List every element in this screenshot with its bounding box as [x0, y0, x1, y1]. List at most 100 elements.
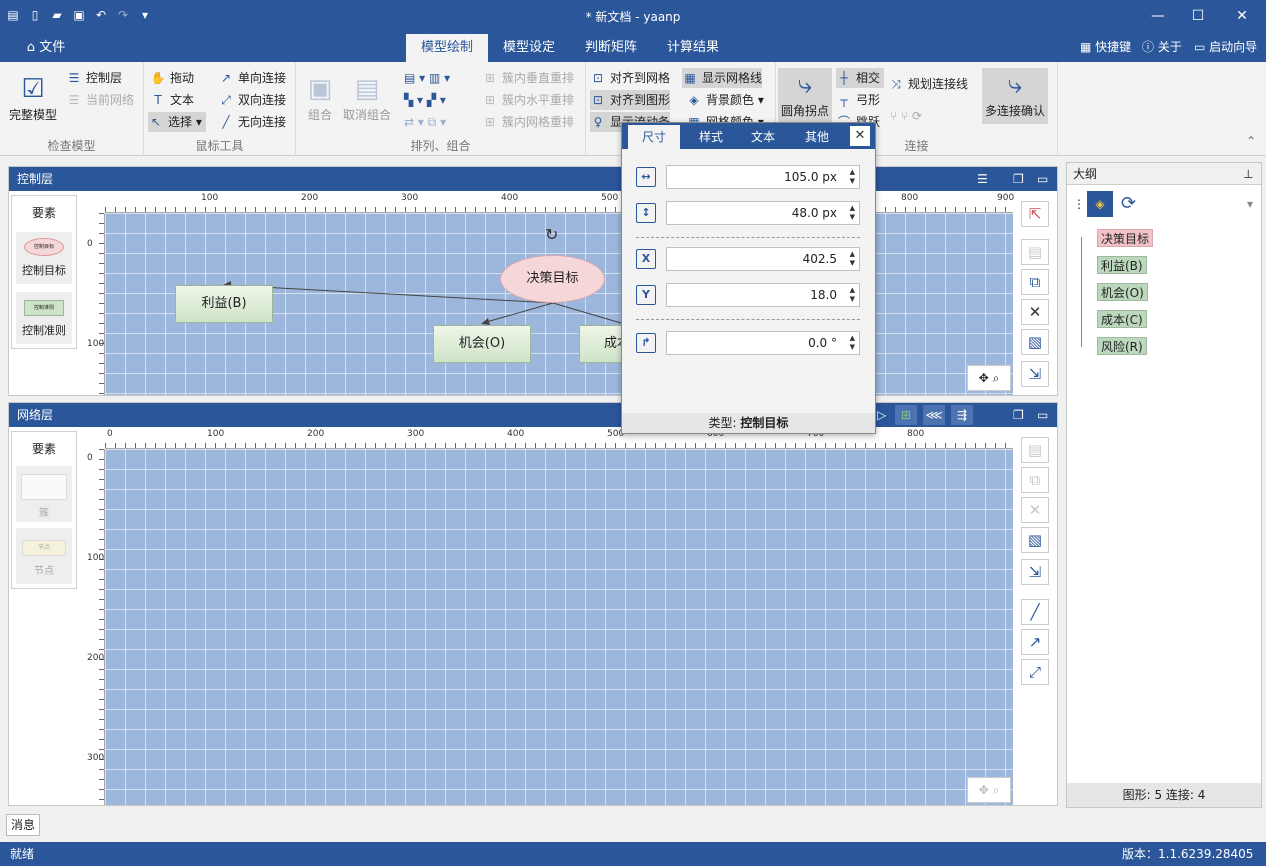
- delete-side-button[interactable]: ✕: [1021, 497, 1049, 523]
- show-grid-button[interactable]: ▦ 显示网格线: [682, 68, 763, 88]
- close-button[interactable]: ✕: [1222, 4, 1262, 28]
- tab-results[interactable]: 计算结果: [656, 34, 730, 62]
- multi-link-confirm-button[interactable]: ⤷ 多连接确认: [982, 68, 1048, 124]
- tab-model-draw[interactable]: 模型绘制: [406, 34, 488, 62]
- x-spinner[interactable]: ▲ ▼: [850, 250, 855, 268]
- cluster-node-icon[interactable]: ⊞: [895, 405, 917, 425]
- shortcuts-button[interactable]: ▦ 快捷键: [1080, 38, 1131, 55]
- angle-spinner[interactable]: ▲ ▼: [850, 334, 855, 352]
- align-to-grid-button[interactable]: ⊡ 对齐到网格: [590, 68, 670, 88]
- text-tool[interactable]: T 文本: [150, 90, 194, 110]
- link-tools[interactable]: ⑂ ⑂ ⟳: [890, 106, 922, 126]
- popup-close-icon[interactable]: ✕: [850, 126, 870, 146]
- no-way-link-tool[interactable]: ╱ 无向连接: [218, 112, 286, 132]
- import-side-button[interactable]: ⇲: [1021, 361, 1049, 387]
- minimize-button[interactable]: —: [1138, 4, 1178, 28]
- align-left-button[interactable]: ▤ ▾ ▥ ▾: [404, 68, 450, 88]
- network-canvas[interactable]: [105, 449, 1013, 805]
- control-layer-button[interactable]: ☰ 控制层: [66, 68, 122, 88]
- paste-side-button[interactable]: ▤: [1021, 437, 1049, 463]
- play-icon[interactable]: ▷: [877, 403, 886, 427]
- refresh-icon[interactable]: ⟳: [1121, 193, 1136, 214]
- maximize-icon[interactable]: ▭: [1037, 403, 1048, 427]
- auto-layout-icon[interactable]: ◈: [1087, 191, 1113, 217]
- delete-side-button[interactable]: ✕: [1021, 299, 1049, 325]
- maximize-icon[interactable]: ▭: [1037, 167, 1048, 191]
- popup-tab-text[interactable]: 文本: [738, 125, 788, 149]
- ungroup-button[interactable]: ▤ 取消组合: [342, 72, 392, 123]
- paste-side-button[interactable]: ▤: [1021, 239, 1049, 265]
- drag-tool[interactable]: ✋ 拖动: [150, 68, 195, 88]
- collapse-ribbon-icon[interactable]: ⌃: [1246, 134, 1256, 148]
- popup-tab-other[interactable]: 其他: [792, 125, 842, 149]
- plan-links-button[interactable]: ⤨ 规划连接线: [888, 74, 968, 94]
- align-to-shape-button[interactable]: ⊡ 对齐到图形: [590, 90, 671, 110]
- arc-button[interactable]: ┬ 弓形: [836, 90, 880, 110]
- outline-item-benefit[interactable]: 利益(B): [1097, 256, 1147, 274]
- two-way-side-button[interactable]: ⤢: [1021, 659, 1049, 685]
- copy-side-button[interactable]: ⧉: [1021, 467, 1049, 493]
- round-corner-button[interactable]: ⤷ 圆角拐点: [778, 68, 832, 124]
- group-button[interactable]: ▣ 组合: [300, 72, 340, 123]
- node-opportunity[interactable]: 机会(O): [433, 325, 531, 363]
- rotate-handle-icon[interactable]: ↻: [545, 225, 558, 244]
- horizontal-rearrange-button[interactable]: ⊞ 簇内水平重排: [482, 90, 574, 110]
- pin-icon[interactable]: ⊥: [1243, 163, 1253, 185]
- more-icon[interactable]: ⋮: [1073, 197, 1085, 211]
- palette-cluster[interactable]: 簇: [16, 466, 72, 522]
- two-way-link-tool[interactable]: ⤢ 双向连接: [218, 90, 286, 110]
- outline-item-cost[interactable]: 成本(C): [1097, 310, 1147, 328]
- width-spinner[interactable]: ▲ ▼: [850, 168, 855, 186]
- palette-node[interactable]: 节点 节点: [16, 528, 72, 584]
- dropdown-icon[interactable]: ▾: [1247, 197, 1253, 211]
- popup-tab-style[interactable]: 样式: [686, 125, 736, 149]
- complete-model-button[interactable]: ☑ 完整模型: [6, 72, 60, 123]
- width-field[interactable]: 105.0 px ▲ ▼: [666, 165, 860, 189]
- wizard-button[interactable]: ▭ 启动向导: [1194, 38, 1257, 55]
- file-menu[interactable]: ⌂ 文件: [16, 34, 76, 62]
- distribute-side-button[interactable]: ⇱: [1021, 201, 1049, 227]
- about-button[interactable]: ⓘ 关于: [1142, 38, 1182, 55]
- outline-item-opportunity[interactable]: 机会(O): [1097, 283, 1148, 301]
- pan-zoom-control[interactable]: ✥ ⌕: [967, 365, 1011, 391]
- messages-tab[interactable]: 消息: [6, 814, 40, 836]
- share-icon[interactable]: ⋘: [923, 405, 945, 425]
- popup-tab-size[interactable]: 尺寸: [628, 125, 680, 149]
- height-spinner[interactable]: ▲ ▼: [850, 204, 855, 222]
- order-button[interactable]: ⇄ ▾ ⧉ ▾: [404, 112, 446, 132]
- grid-rearrange-button[interactable]: ⊞ 簇内网格重排: [482, 112, 574, 132]
- outline-item-goal[interactable]: 决策目标: [1097, 229, 1154, 247]
- height-field[interactable]: 48.0 px ▲ ▼: [666, 201, 860, 225]
- restore-icon[interactable]: ❐: [1013, 167, 1024, 191]
- bg-color-button[interactable]: ◈ 背景颜色 ▾: [686, 90, 763, 110]
- copy-side-button[interactable]: ⧉: [1021, 269, 1049, 295]
- y-field[interactable]: 18.0 ▲ ▼: [666, 283, 860, 307]
- current-network-button[interactable]: ☰ 当前网络: [66, 90, 134, 110]
- one-way-link-tool[interactable]: ↗ 单向连接: [218, 68, 286, 88]
- one-way-side-button[interactable]: ↗: [1021, 629, 1049, 655]
- palette-control-criterion[interactable]: 控制准则 控制准则: [16, 292, 72, 344]
- distribute-button[interactable]: ▚ ▾ ▞ ▾: [404, 90, 446, 110]
- tab-model-settings[interactable]: 模型设定: [492, 34, 566, 62]
- control-canvas[interactable]: ↻ 决策目标 利益(B) 机会(O) 成本(C): [105, 213, 1013, 395]
- select-tool[interactable]: ↖ 选择 ▾: [148, 112, 206, 132]
- layout-icon[interactable]: ☰: [977, 167, 988, 191]
- flow-route-icon[interactable]: ⇶: [951, 405, 973, 425]
- node-benefit[interactable]: 利益(B): [175, 285, 273, 323]
- angle-field[interactable]: 0.0 ° ▲ ▼: [666, 331, 860, 355]
- no-link-side-button[interactable]: ╱: [1021, 599, 1049, 625]
- palette-control-goal[interactable]: 控制目标 控制目标: [16, 232, 72, 284]
- tab-judgment-matrix[interactable]: 判断矩阵: [574, 34, 648, 62]
- export-image-side-button[interactable]: ▧: [1021, 527, 1049, 553]
- node-decision-goal[interactable]: 决策目标: [500, 255, 605, 303]
- import-side-button[interactable]: ⇲: [1021, 559, 1049, 585]
- maximize-button[interactable]: ☐: [1178, 4, 1218, 28]
- outline-item-risk[interactable]: 风险(R): [1097, 337, 1147, 355]
- restore-icon[interactable]: ❐: [1013, 403, 1024, 427]
- x-field[interactable]: 402.5 ▲ ▼: [666, 247, 860, 271]
- node-cost[interactable]: 成本(C): [579, 325, 623, 363]
- export-image-side-button[interactable]: ▧: [1021, 329, 1049, 355]
- pan-zoom-control[interactable]: ✥ ⌕: [967, 777, 1011, 803]
- vertical-rearrange-button[interactable]: ⊞ 簇内垂直重排: [482, 68, 574, 88]
- intersect-button[interactable]: ┼ 相交: [836, 68, 885, 88]
